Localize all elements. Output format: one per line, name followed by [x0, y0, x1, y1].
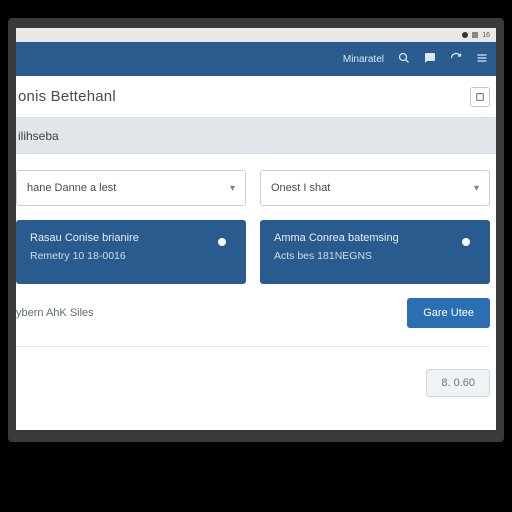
app-screen: 16 Minaratel onis Bettehanl ilihse: [16, 28, 496, 430]
card-dot-icon: [218, 238, 226, 246]
select-from[interactable]: hane Danne a lest ▾: [16, 170, 246, 206]
menu-icon[interactable]: [476, 52, 488, 66]
refresh-icon[interactable]: [450, 52, 462, 66]
title-bar: onis Bettehanl: [16, 76, 496, 118]
select-row: hane Danne a lest ▾ Onest I shat ▾: [16, 170, 490, 206]
title-action-button[interactable]: [470, 87, 490, 107]
content-area: hane Danne a lest ▾ Onest I shat ▾ Rasau…: [16, 154, 496, 405]
card-1-sub: Remetry 10 18-0016: [30, 250, 139, 262]
chevron-down-icon: ▾: [474, 183, 479, 194]
signal-dot-icon: [462, 32, 468, 38]
summary-label: ybern AhK Siles: [16, 307, 94, 319]
page-title: onis Bettehanl: [16, 88, 116, 105]
section-header: ilihseba: [16, 118, 496, 154]
battery-icon: [472, 32, 478, 38]
select-from-label: hane Danne a lest: [27, 182, 116, 194]
chat-icon[interactable]: [424, 52, 436, 66]
select-to-label: Onest I shat: [271, 182, 330, 194]
nav-link[interactable]: Minaratel: [343, 54, 384, 65]
section-label: ilihseba: [18, 129, 59, 143]
card-dot-icon: [462, 238, 470, 246]
primary-action-button[interactable]: Gare Utee: [407, 298, 490, 328]
card-2-sub: Acts bes 181NEGNS: [274, 250, 399, 262]
search-icon[interactable]: [398, 52, 410, 66]
top-nav: Minaratel: [16, 42, 496, 76]
card-2-title: Amma Conrea batemsing: [274, 232, 399, 244]
status-bar: 16: [16, 28, 496, 42]
select-to[interactable]: Onest I shat ▾: [260, 170, 490, 206]
summary-row: ybern AhK Siles Gare Utee: [16, 298, 490, 328]
divider: [16, 346, 490, 347]
info-card-2[interactable]: Amma Conrea batemsing Acts bes 181NEGNS: [260, 220, 490, 284]
info-card-1[interactable]: Rasau Conise brianire Remetry 10 18-0016: [16, 220, 246, 284]
card-1-title: Rasau Conise brianire: [30, 232, 139, 244]
price-chip[interactable]: 8. 0.60: [426, 369, 490, 397]
chevron-down-icon: ▾: [230, 183, 235, 194]
status-time: 16: [482, 32, 490, 39]
card-row: Rasau Conise brianire Remetry 10 18-0016…: [16, 220, 490, 284]
device-frame: 16 Minaratel onis Bettehanl ilihse: [8, 18, 504, 442]
footer-price-row: 8. 0.60: [16, 369, 490, 397]
